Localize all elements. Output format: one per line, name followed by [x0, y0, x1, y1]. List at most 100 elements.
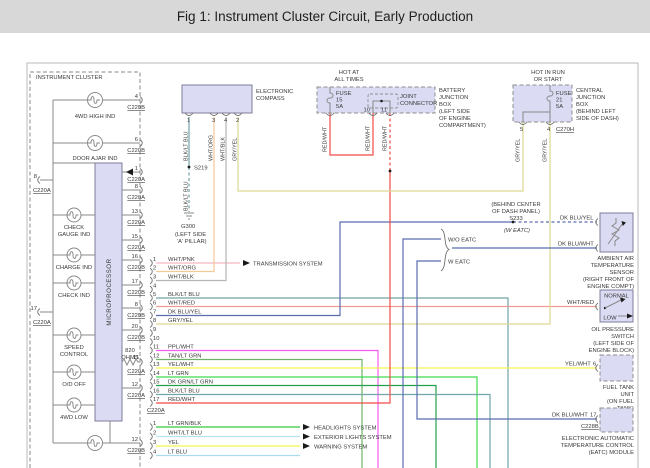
wire-label: WHT/BLK	[221, 137, 227, 161]
component-label: COMPASS	[256, 96, 285, 102]
switch-position-label: NORMAL	[604, 294, 630, 300]
component-label: (RIGHT FRONT OF	[583, 277, 634, 283]
component-label: JOINT	[400, 94, 417, 100]
lamp-label: CONTROL	[60, 352, 89, 358]
pin-number: 17	[132, 279, 138, 285]
pin-number: 1	[153, 421, 156, 427]
note: OF DASH PANEL)	[492, 209, 540, 215]
pin-number: 10	[153, 336, 159, 342]
connector-label: C220A	[127, 177, 145, 183]
wire-label: YEL	[168, 440, 180, 446]
pin-number: 2	[153, 266, 156, 272]
lamp-label: DOOR AJAR IND	[72, 156, 117, 162]
wire-label: GRY/YEL	[233, 138, 239, 161]
wire-label: RED/WHT	[383, 125, 389, 151]
pin-number: 13	[153, 362, 159, 368]
wire-label: WHT/BLK	[168, 275, 194, 281]
connector-label: C220A	[127, 220, 145, 226]
option-label: W EATC	[448, 260, 470, 266]
pin-number: 8	[135, 184, 138, 190]
system-label: HEADLIGHTS SYSTEM	[314, 426, 377, 432]
lamp-label: 4WD LOW	[60, 415, 88, 421]
connector-label: C228B	[581, 424, 599, 430]
wire-label: WHT/LT BLU	[168, 431, 202, 437]
component-label: ELECTRONIC AUTOMATIC	[562, 436, 634, 442]
component-label: SENSOR	[610, 270, 634, 276]
component-label: BATTERY	[439, 88, 465, 94]
pin-number: 6	[153, 301, 156, 307]
pin-number: 17	[153, 397, 159, 403]
wire-label: LT BLU	[168, 450, 187, 456]
microprocessor-label: MICROPROCESSOR	[106, 258, 113, 325]
pin-number: 6	[135, 137, 138, 143]
pin-number: 11	[381, 108, 387, 114]
note: (W EATC)	[504, 228, 530, 234]
option-label: W/O EATC	[448, 238, 476, 244]
connector-label: C220B	[127, 105, 145, 111]
resistor-label: 820	[125, 348, 135, 354]
component-label: TEMPERATURE CONTROL	[561, 443, 635, 449]
power-source-label: HOT IN RUN	[531, 70, 565, 76]
connector-label: C220A	[33, 188, 51, 194]
fuse-label: 5A	[556, 104, 563, 110]
pin-number: 5	[520, 127, 523, 133]
wire-label: LT GRN/BLK	[168, 421, 201, 427]
wire-label: WHT/RED	[567, 300, 594, 306]
component-label: ENGINE BLOCK)	[589, 348, 634, 354]
figure-title: Fig 1: Instrument Cluster Circuit, Early…	[176, 9, 474, 24]
pin-number: 12	[153, 354, 159, 360]
ground-location: (LEFT SIDE	[175, 232, 206, 238]
wire-label: BLK/LT BLU	[168, 292, 200, 298]
wire-label: WHT/PNK	[168, 257, 195, 263]
lamp-label: GAUGE IND	[58, 232, 91, 238]
pin-number: 1	[187, 118, 190, 124]
wire-label: DK GRN/LT GRN	[168, 380, 213, 386]
component-label: ELECTRONIC	[256, 89, 293, 95]
lamp-label: CHECK IND	[58, 293, 90, 299]
system-label: EXTERIOR LIGHTS SYSTEM	[314, 435, 392, 441]
switch-position-label: LOW	[603, 316, 617, 322]
pin-number: 13	[132, 209, 138, 215]
wire-label: BLK/LT BLU	[184, 131, 190, 161]
pin-number: 14	[153, 371, 160, 377]
component-label: (LEFT SIDE OF	[593, 341, 634, 347]
microprocessor: MICROPROCESSOR	[94, 162, 123, 422]
lamp-label: O/D OFF	[62, 382, 86, 388]
component-label: OIL PRESSURE	[591, 327, 634, 333]
lamp-label: SPEED	[64, 345, 84, 351]
pin-number: 8	[34, 174, 37, 180]
fuse-label: 5A	[336, 104, 343, 110]
pin-number: 8	[135, 302, 138, 308]
lamp-label: CHARGE IND	[56, 265, 92, 271]
wire-label: DK BLU/WHT	[552, 413, 588, 419]
pin-number: 20	[132, 324, 138, 330]
power-source-label: ALL TIMES	[334, 77, 363, 83]
wire-label: PPL/WHT	[168, 345, 194, 351]
ground-location: 'A' PILLAR)	[177, 239, 207, 245]
pin-number: 5	[153, 292, 156, 298]
lamp-label: 4WD HIGH IND	[75, 114, 116, 120]
wire-label: WHT/ORG	[168, 266, 197, 272]
wire-label: RED/WHT	[366, 125, 372, 151]
component-label: BOX	[576, 102, 588, 108]
component-label: (LEFT SIDE	[439, 109, 470, 115]
pin-number: 16	[153, 389, 159, 395]
pin-number: 3	[153, 440, 156, 446]
component-label: JUNCTION	[439, 95, 468, 101]
wire-label: BLK/LT BLU	[184, 181, 190, 211]
pin-number: 11	[153, 345, 159, 351]
component-label: (EATC) MODULE	[589, 450, 634, 456]
component-label: CONNECTOR	[400, 101, 437, 107]
system-label: TRANSMISSION SYSTEM	[253, 262, 323, 268]
pin-number: 8	[153, 318, 156, 324]
wire-label: WHT/ORG	[209, 135, 215, 161]
pin-number: 7	[153, 310, 156, 316]
connector-label: C220B	[127, 148, 145, 154]
pin-number: 10	[364, 108, 370, 114]
connector-label: C220B	[127, 290, 145, 296]
wire-label: RED/WHT	[323, 126, 329, 152]
fuse-label: 21	[556, 98, 562, 104]
instrument-cluster-label: INSTRUMENT CLUSTER	[36, 75, 103, 81]
component-label: (ON FUEL	[607, 399, 635, 405]
wire-label: GRY/YEL	[543, 139, 549, 162]
